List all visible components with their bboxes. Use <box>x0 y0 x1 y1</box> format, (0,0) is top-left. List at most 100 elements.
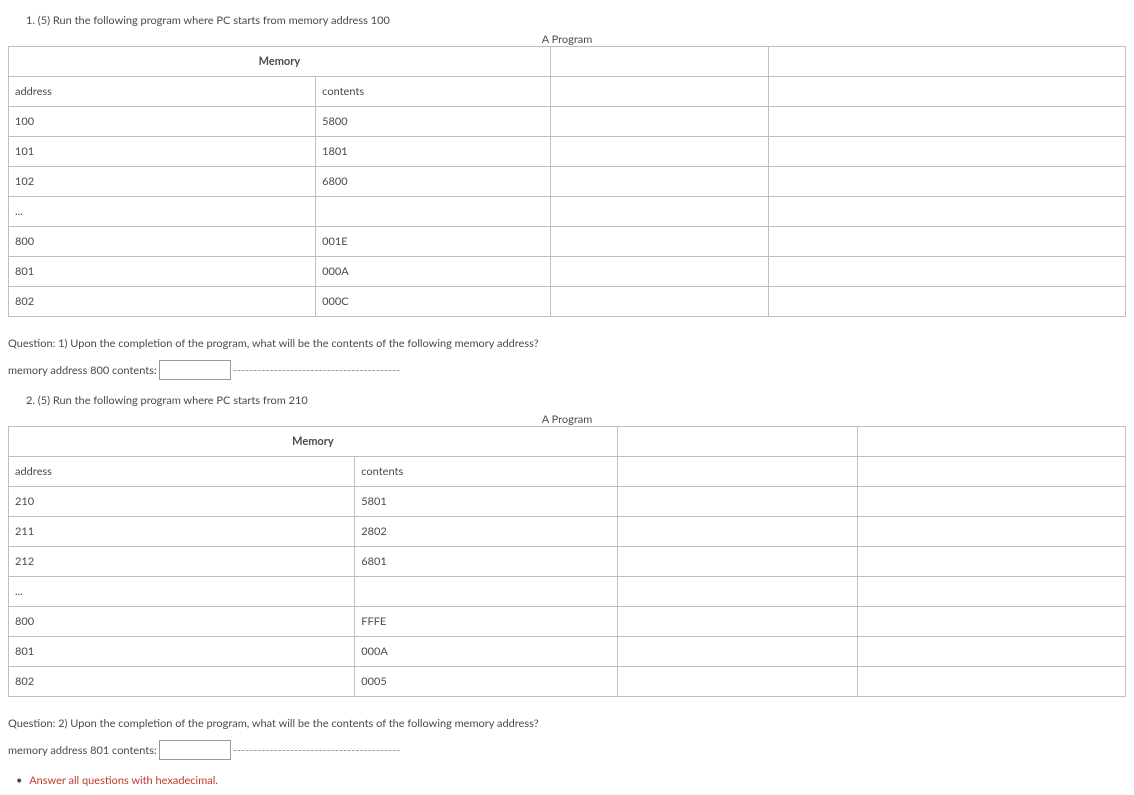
content-cell: 6800 <box>316 167 551 197</box>
empty-cell <box>617 487 857 517</box>
empty-cell <box>617 577 857 607</box>
addr-cell: 212 <box>9 547 355 577</box>
addr-cell: 800 <box>9 607 355 637</box>
col-contents: contents <box>355 457 617 487</box>
q1-table-caption: A Program <box>8 33 1126 46</box>
content-cell: 000A <box>355 637 617 667</box>
table-row: 802 000C <box>9 287 1126 317</box>
addr-cell: 800 <box>9 227 316 257</box>
content-cell: 000C <box>316 287 551 317</box>
empty-cell <box>857 457 1125 487</box>
table-row: 800 001E <box>9 227 1126 257</box>
content-cell: FFFE <box>355 607 617 637</box>
empty-cell <box>550 47 768 77</box>
table-row: 210 5801 <box>9 487 1126 517</box>
table-row: address contents <box>9 77 1126 107</box>
q1-prompt: 1. (5) Run the following program where P… <box>26 14 1126 27</box>
empty-cell <box>768 77 1125 107</box>
empty-cell <box>857 637 1125 667</box>
empty-cell <box>857 607 1125 637</box>
q1-answer-input[interactable] <box>159 360 231 380</box>
addr-cell: 210 <box>9 487 355 517</box>
empty-cell <box>550 137 768 167</box>
empty-cell <box>550 197 768 227</box>
content-cell: 2802 <box>355 517 617 547</box>
table-row: Memory <box>9 427 1126 457</box>
empty-cell <box>768 167 1125 197</box>
empty-cell <box>550 257 768 287</box>
addr-cell: 801 <box>9 257 316 287</box>
empty-cell <box>857 427 1125 457</box>
table-row: ... <box>9 577 1126 607</box>
content-cell <box>316 197 551 227</box>
empty-cell <box>617 667 857 697</box>
table-row: 800 FFFE <box>9 607 1126 637</box>
empty-cell <box>768 137 1125 167</box>
q1-table: Memory address contents 100 5800 101 180… <box>8 46 1126 317</box>
empty-cell <box>617 517 857 547</box>
empty-cell <box>768 197 1125 227</box>
empty-cell <box>617 427 857 457</box>
table-row: 801 000A <box>9 637 1126 667</box>
content-cell: 000A <box>316 257 551 287</box>
empty-cell <box>550 107 768 137</box>
col-address: address <box>9 457 355 487</box>
q1-answer-label: memory address 800 contents: <box>8 364 157 377</box>
q2-memory-header: Memory <box>9 427 618 457</box>
empty-cell <box>617 607 857 637</box>
empty-cell <box>768 107 1125 137</box>
q2-table: Memory address contents 210 5801 211 280… <box>8 426 1126 697</box>
q2-prompt: 2. (5) Run the following program where P… <box>26 394 1126 407</box>
empty-cell <box>857 667 1125 697</box>
q2-answer-label: memory address 801 contents: <box>8 744 157 757</box>
empty-cell <box>857 487 1125 517</box>
empty-cell <box>768 287 1125 317</box>
empty-cell <box>550 77 768 107</box>
table-row: Memory <box>9 47 1126 77</box>
table-row: 211 2802 <box>9 517 1126 547</box>
empty-cell <box>768 227 1125 257</box>
addr-cell: ... <box>9 197 316 227</box>
addr-cell: 100 <box>9 107 316 137</box>
content-cell: 0005 <box>355 667 617 697</box>
col-address: address <box>9 77 316 107</box>
content-cell: 6801 <box>355 547 617 577</box>
content-cell <box>355 577 617 607</box>
table-row: 101 1801 <box>9 137 1126 167</box>
empty-cell <box>617 637 857 667</box>
addr-cell: 102 <box>9 167 316 197</box>
table-row: 102 6800 <box>9 167 1126 197</box>
content-cell: 1801 <box>316 137 551 167</box>
table-row: ... <box>9 197 1126 227</box>
dash-fill: ----------------------------------------… <box>233 364 401 377</box>
empty-cell <box>857 577 1125 607</box>
content-cell: 001E <box>316 227 551 257</box>
table-row: address contents <box>9 457 1126 487</box>
empty-cell <box>857 547 1125 577</box>
empty-cell <box>857 517 1125 547</box>
addr-cell: 101 <box>9 137 316 167</box>
table-row: 212 6801 <box>9 547 1126 577</box>
addr-cell: 211 <box>9 517 355 547</box>
footer-note: Answer all questions with hexadecimal. <box>28 774 1126 787</box>
empty-cell <box>617 457 857 487</box>
table-row: 801 000A <box>9 257 1126 287</box>
q2-question: Question: 2) Upon the completion of the … <box>8 717 1126 730</box>
addr-cell: 802 <box>9 667 355 697</box>
dash-fill: ----------------------------------------… <box>233 744 401 757</box>
content-cell: 5800 <box>316 107 551 137</box>
content-cell: 5801 <box>355 487 617 517</box>
q1-answer-line: memory address 800 contents: -----------… <box>8 360 1126 380</box>
q2-table-caption: A Program <box>8 413 1126 426</box>
empty-cell <box>768 47 1125 77</box>
empty-cell <box>550 287 768 317</box>
q1-memory-header: Memory <box>9 47 551 77</box>
empty-cell <box>617 547 857 577</box>
addr-cell: 801 <box>9 637 355 667</box>
col-contents: contents <box>316 77 551 107</box>
empty-cell <box>768 257 1125 287</box>
q1-question: Question: 1) Upon the completion of the … <box>8 337 1126 350</box>
q2-answer-input[interactable] <box>159 740 231 760</box>
table-row: 100 5800 <box>9 107 1126 137</box>
table-row: 802 0005 <box>9 667 1126 697</box>
